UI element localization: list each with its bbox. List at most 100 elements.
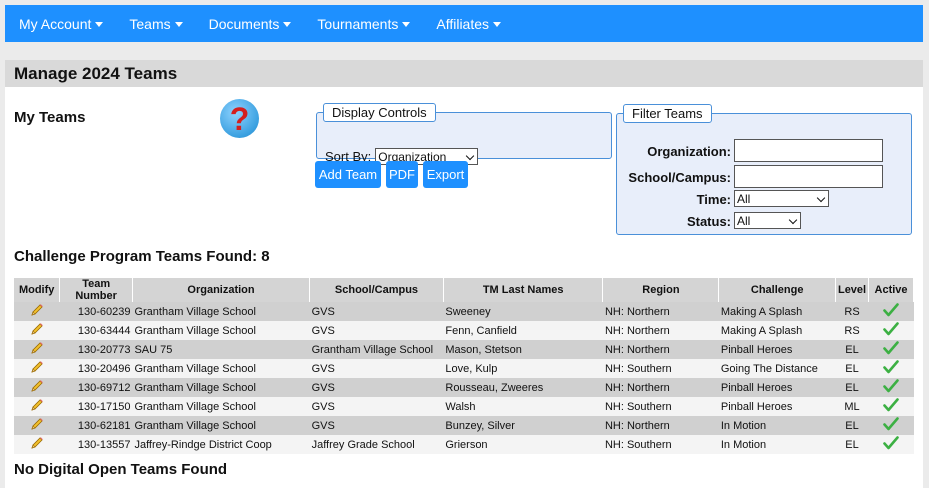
team-number-cell: 130-63444	[59, 321, 133, 340]
chevron-down-icon	[174, 21, 183, 27]
status-label: Status:	[686, 214, 731, 229]
active-cell	[868, 340, 914, 359]
digital-open-heading: No Digital Open Teams Found	[14, 461, 228, 478]
nav-affiliates[interactable]: Affiliates	[423, 5, 514, 42]
check-icon	[883, 398, 899, 412]
status-select[interactable]: All	[734, 212, 801, 229]
school-cell: GVS	[309, 397, 444, 416]
active-cell	[868, 435, 914, 454]
active-cell	[868, 359, 914, 378]
table-row: 130-69712 Grantham Village School GVS Rouss…	[14, 378, 914, 397]
pencil-icon[interactable]	[30, 341, 44, 355]
chevron-down-icon	[283, 21, 292, 27]
pencil-icon[interactable]	[30, 436, 44, 450]
add-team-button[interactable]: Add Team	[315, 161, 381, 188]
col-region: Region	[602, 278, 720, 302]
organization-cell: Grantham Village School	[132, 302, 310, 321]
organization-cell: Grantham Village School	[132, 397, 310, 416]
teams-table: Modify Team Number Organization School/C…	[14, 278, 914, 454]
organization-cell: Grantham Village School	[132, 359, 310, 378]
nav-documents[interactable]: Documents	[196, 5, 305, 42]
school-cell: GVS	[309, 321, 444, 340]
school-campus-label: School/Campus:	[628, 170, 731, 185]
help-icon[interactable]: ?	[220, 99, 259, 138]
pencil-icon[interactable]	[30, 322, 44, 336]
active-cell	[868, 416, 914, 435]
school-cell: GVS	[309, 378, 444, 397]
nav-tournaments[interactable]: Tournaments	[304, 5, 423, 42]
check-icon	[883, 436, 899, 450]
school-cell: Jaffrey Grade School	[309, 435, 444, 454]
names-cell: Fenn, Canfield	[443, 321, 603, 340]
pencil-icon[interactable]	[30, 379, 44, 393]
chevron-down-icon	[816, 193, 826, 203]
team-number-cell: 130-20496	[59, 359, 133, 378]
pencil-icon[interactable]	[30, 398, 44, 412]
active-cell	[868, 302, 914, 321]
team-number-cell: 130-20773	[59, 340, 133, 359]
check-icon	[883, 341, 899, 355]
col-team-number: Team Number	[59, 278, 133, 302]
col-challenge: Challenge	[718, 278, 836, 302]
names-cell: Bunzey, Silver	[443, 416, 603, 435]
challenge-teams-heading: Challenge Program Teams Found: 8	[14, 248, 270, 265]
organization-cell: Jaffrey-Rindge District Coop	[132, 435, 310, 454]
school-cell: GVS	[309, 302, 444, 321]
pencil-icon[interactable]	[30, 360, 44, 374]
nav-my-account[interactable]: My Account	[5, 5, 116, 42]
names-cell: Sweeney	[443, 302, 603, 321]
challenge-cell: Pinball Heroes	[718, 378, 836, 397]
table-row: 130-20773 SAU 75 Grantham Village School Ma…	[14, 340, 914, 359]
names-cell: Love, Kulp	[443, 359, 603, 378]
level-cell: RS	[835, 302, 869, 321]
check-icon	[883, 360, 899, 374]
modify-cell	[14, 435, 60, 454]
organization-input[interactable]	[734, 139, 883, 162]
organization-cell: Grantham Village School	[132, 416, 310, 435]
modify-cell	[14, 359, 60, 378]
nav-label: Affiliates	[436, 15, 490, 32]
chevron-down-icon	[402, 21, 411, 27]
region-cell: NH: Northern	[602, 321, 719, 340]
names-cell: Rousseau, Zweeres	[443, 378, 603, 397]
region-cell: NH: Northern	[602, 302, 719, 321]
organization-cell: SAU 75	[132, 340, 310, 359]
export-button[interactable]: Export	[423, 161, 468, 188]
check-icon	[883, 322, 899, 336]
region-cell: NH: Northern	[602, 416, 719, 435]
my-teams-heading: My Teams	[14, 109, 86, 126]
modify-cell	[14, 302, 60, 321]
check-icon	[883, 417, 899, 431]
team-number-cell: 130-62181	[59, 416, 133, 435]
table-row: 130-17150 Grantham Village School GVS Walsh…	[14, 397, 914, 416]
challenge-cell: Pinball Heroes	[718, 397, 836, 416]
time-label: Time:	[696, 192, 731, 207]
display-controls-legend: Display Controls	[323, 103, 436, 122]
school-campus-input[interactable]	[734, 165, 883, 188]
region-cell: NH: Southern	[602, 359, 719, 378]
active-cell	[868, 397, 914, 416]
table-header-row: Modify Team Number Organization School/C…	[14, 278, 914, 302]
time-select[interactable]: All	[734, 190, 829, 207]
pdf-button[interactable]: PDF	[386, 161, 418, 188]
pencil-icon[interactable]	[30, 303, 44, 317]
nav-label: Tournaments	[317, 15, 399, 32]
chevron-down-icon	[466, 151, 475, 161]
modify-cell	[14, 321, 60, 340]
table-row: 130-13557 Jaffrey-Rindge District Coop Jaf…	[14, 435, 914, 454]
active-cell	[868, 321, 914, 340]
pencil-icon[interactable]	[30, 417, 44, 431]
challenge-cell: Making A Splash	[718, 321, 836, 340]
table-row: 130-63444 Grantham Village School GVS Fenn,…	[14, 321, 914, 340]
nav-label: Documents	[208, 15, 280, 32]
challenge-cell: In Motion	[718, 416, 836, 435]
modify-cell	[14, 416, 60, 435]
region-cell: NH: Southern	[602, 435, 719, 454]
chevron-down-icon	[95, 21, 104, 27]
nav-teams[interactable]: Teams	[116, 5, 195, 42]
table-row: 130-60239 Grantham Village School GVS Sween…	[14, 302, 914, 321]
chevron-down-icon	[493, 21, 502, 27]
modify-cell	[14, 340, 60, 359]
status-value: All	[737, 213, 751, 228]
help-glyph: ?	[229, 101, 250, 137]
